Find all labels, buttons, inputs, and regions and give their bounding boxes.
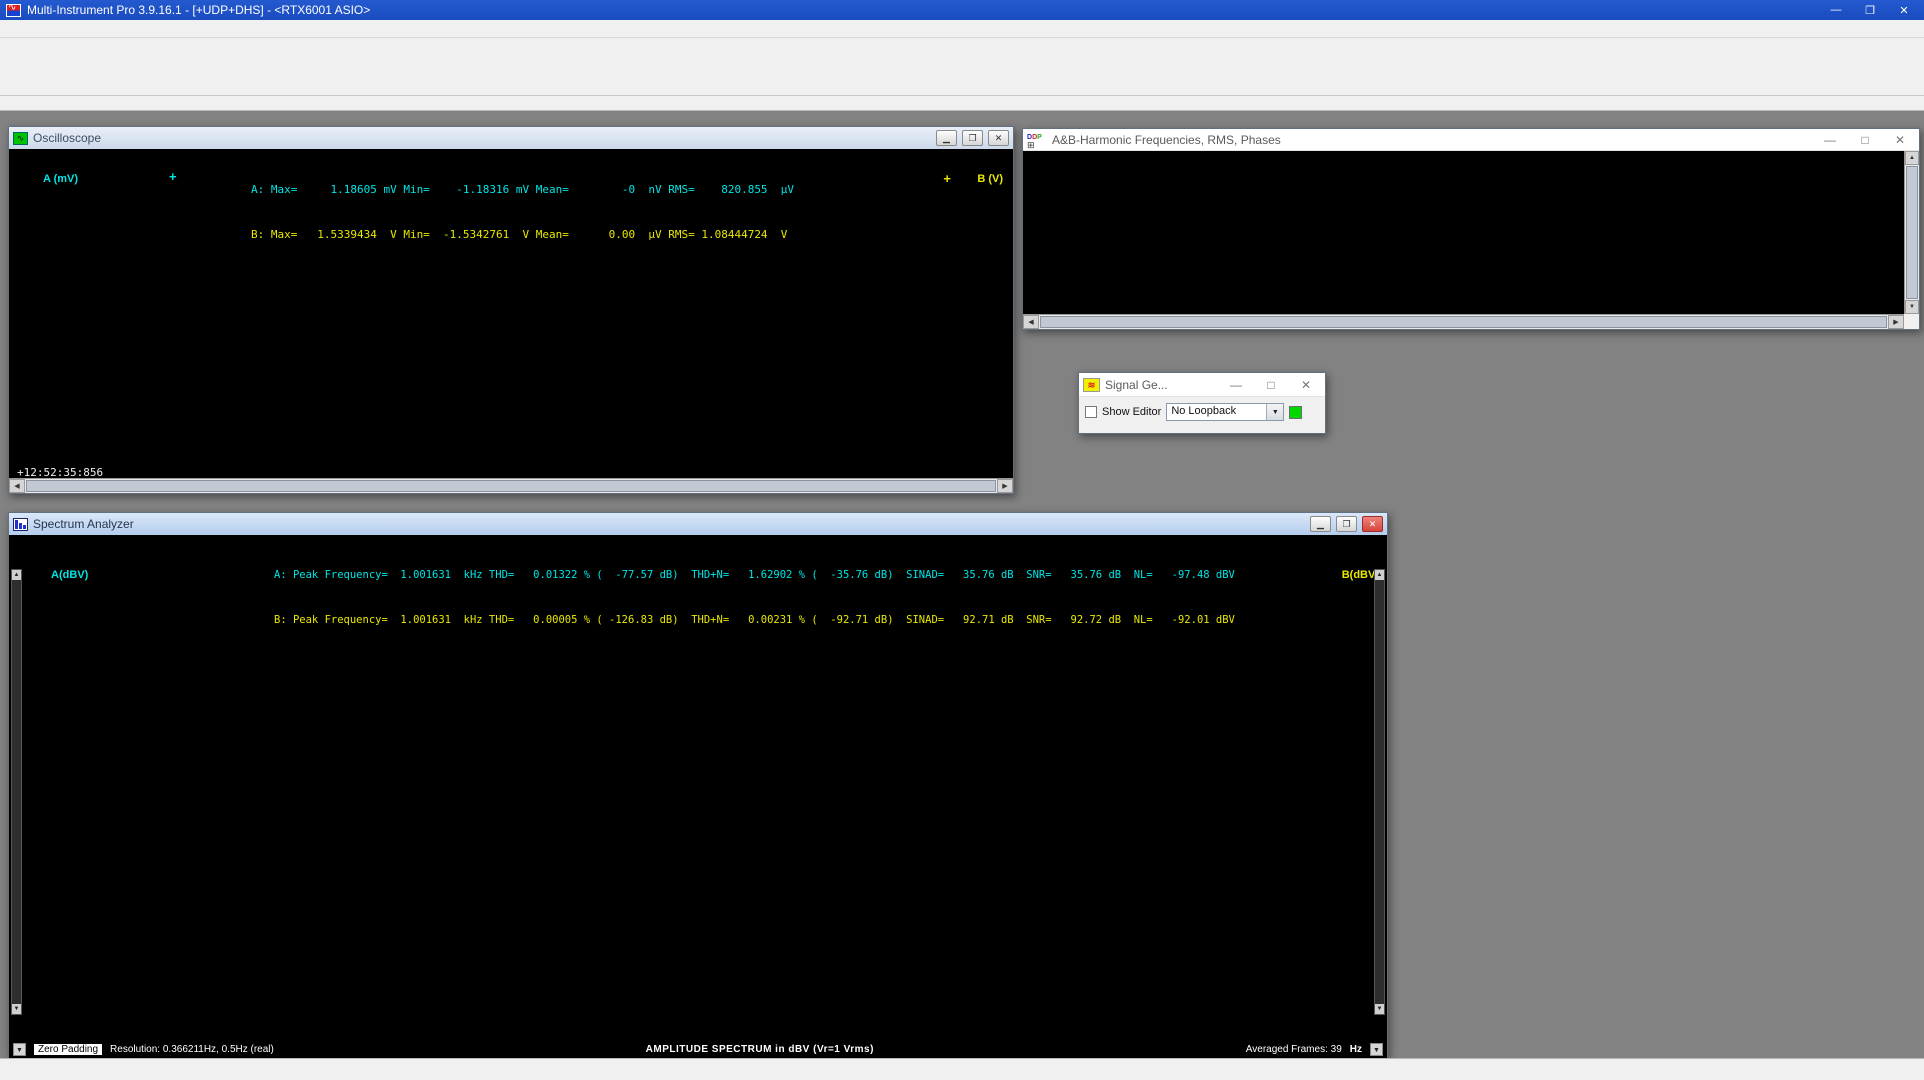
signal-generator-titlebar[interactable]: ≋ Signal Ge... — □ ✕ — [1079, 373, 1325, 397]
averaged-frames-label: Averaged Frames: 39 — [1246, 1044, 1342, 1055]
app-icon — [6, 4, 21, 17]
harmonics-window: DDP⊞ A&B-Harmonic Frequencies, RMS, Phas… — [1022, 128, 1920, 330]
oscilloscope-restore-button[interactable]: ❐ — [962, 130, 983, 146]
toolbar-instruments — [0, 60, 1924, 96]
loopback-select[interactable]: No Loopback ▼ — [1166, 403, 1284, 421]
oscilloscope-icon: ∿ — [13, 132, 28, 145]
scroll-left-icon[interactable]: ◀ — [9, 479, 25, 493]
signal-generator-window: ≋ Signal Ge... — □ ✕ Show Editor No Loop… — [1078, 372, 1326, 434]
loopback-value: No Loopback — [1167, 404, 1266, 420]
signal-generator-title: Signal Ge... — [1105, 378, 1216, 392]
oscilloscope-close-button[interactable]: ✕ — [988, 130, 1009, 146]
spectrum-analyzer-icon — [13, 518, 28, 531]
oscilloscope-ylabel-b: B (V) — [977, 173, 1003, 185]
menu-bar — [0, 20, 1924, 38]
scroll-thumb[interactable] — [26, 480, 996, 492]
app-title: Multi-Instrument Pro 3.9.16.1 - [+UDP+DH… — [27, 3, 1816, 17]
spectrum-titlebar[interactable]: Spectrum Analyzer ▁ ❐ ✕ — [9, 513, 1387, 535]
harmonics-title: A&B-Harmonic Frequencies, RMS, Phases — [1052, 133, 1810, 147]
oscilloscope-window: ∿ Oscilloscope ▁ ❐ ✕ A: Max= 1.18605 mV … — [8, 126, 1014, 494]
spectrum-left-scrollbar[interactable]: ▲ ▼ — [11, 569, 22, 1015]
scroll-left-icon[interactable]: ◀ — [1023, 315, 1039, 329]
ddp-table-icon: DDP⊞ — [1027, 132, 1047, 148]
toolbar-sampling — [0, 38, 1924, 60]
oscilloscope-readout-a: A: Max= 1.18605 mV Min= -1.18316 mV Mean… — [251, 182, 794, 197]
signal-generator-minimize-button[interactable]: — — [1221, 378, 1251, 392]
oscilloscope-readouts: A: Max= 1.18605 mV Min= -1.18316 mV Mean… — [251, 152, 794, 272]
scroll-thumb[interactable] — [1040, 316, 1887, 328]
output-on-led[interactable] — [1289, 406, 1302, 419]
harmonics-table[interactable] — [1023, 151, 1904, 314]
scroll-down-icon[interactable]: ▼ — [1375, 1004, 1384, 1014]
chevron-down-icon[interactable]: ▼ — [13, 1043, 26, 1056]
app-maximize-button[interactable]: ❐ — [1856, 2, 1884, 18]
harmonics-titlebar[interactable]: DDP⊞ A&B-Harmonic Frequencies, RMS, Phas… — [1023, 129, 1919, 151]
signal-generator-maximize-button[interactable]: □ — [1256, 378, 1286, 392]
scroll-right-icon[interactable]: ▶ — [997, 479, 1013, 493]
oscilloscope-readout-b: B: Max= 1.5339434 V Min= -1.5342761 V Me… — [251, 227, 794, 242]
spectrum-title: Spectrum Analyzer — [33, 517, 1305, 531]
scroll-up-icon[interactable]: ▲ — [1905, 151, 1919, 165]
app-minimize-button[interactable]: — — [1822, 2, 1850, 18]
status-bar — [0, 1058, 1924, 1080]
scroll-up-icon[interactable]: ▲ — [12, 570, 21, 580]
app-titlebar: Multi-Instrument Pro 3.9.16.1 - [+UDP+DH… — [0, 0, 1924, 20]
panel-tabs — [0, 96, 1924, 111]
oscilloscope-ylabel-a: A (mV) — [43, 173, 78, 185]
scroll-up-icon[interactable]: ▲ — [1375, 570, 1384, 580]
resolution-label: Resolution: 0.366211Hz, 0.5Hz (real) — [110, 1044, 274, 1055]
trigger-marker-b-icon[interactable]: + — [943, 171, 951, 186]
spectrum-analyzer-window: Spectrum Analyzer ▁ ❐ ✕ A: Peak Frequenc… — [8, 512, 1388, 1058]
harmonics-maximize-button[interactable]: □ — [1850, 133, 1880, 147]
signal-generator-icon: ≋ — [1083, 378, 1100, 392]
x-unit-label: Hz — [1350, 1044, 1362, 1055]
oscilloscope-minimize-button[interactable]: ▁ — [936, 130, 957, 146]
scroll-right-icon[interactable]: ▶ — [1888, 315, 1904, 329]
scroll-thumb[interactable] — [1906, 166, 1918, 299]
oscilloscope-titlebar[interactable]: ∿ Oscilloscope ▁ ❐ ✕ — [9, 127, 1013, 149]
oscilloscope-hscrollbar[interactable]: ◀ ▶ — [9, 478, 1013, 493]
spectrum-readouts: A: Peak Frequency= 1.001631 kHz THD= 0.0… — [274, 538, 1235, 658]
zero-padding-chip[interactable]: Zero Padding — [34, 1044, 102, 1055]
chevron-down-icon[interactable]: ▼ — [1266, 404, 1283, 420]
app-window: { "app": { "title": "Multi-Instrument Pr… — [0, 0, 1924, 1080]
chevron-down-icon[interactable]: ▼ — [1370, 1043, 1383, 1056]
show-editor-label: Show Editor — [1102, 406, 1161, 418]
harmonics-minimize-button[interactable]: — — [1815, 133, 1845, 147]
scroll-down-icon[interactable]: ▼ — [1905, 300, 1919, 314]
signal-generator-body: Show Editor No Loopback ▼ — [1079, 397, 1325, 427]
spectrum-restore-button[interactable]: ❐ — [1336, 516, 1357, 532]
harmonics-vscrollbar[interactable]: ▲ ▼ — [1904, 151, 1919, 314]
show-editor-checkbox[interactable] — [1085, 406, 1097, 418]
scroll-down-icon[interactable]: ▼ — [12, 1004, 21, 1014]
oscilloscope-title: Oscilloscope — [33, 131, 931, 145]
spectrum-right-scrollbar[interactable]: ▲ ▼ — [1374, 569, 1385, 1015]
spectrum-client: A: Peak Frequency= 1.001631 kHz THD= 0.0… — [9, 535, 1387, 1059]
spectrum-close-button[interactable]: ✕ — [1362, 516, 1383, 532]
spectrum-readout-a: A: Peak Frequency= 1.001631 kHz THD= 0.0… — [274, 568, 1235, 583]
oscilloscope-client: A: Max= 1.18605 mV Min= -1.18316 mV Mean… — [9, 149, 1013, 480]
spectrum-readout-b: B: Peak Frequency= 1.001631 kHz THD= 0.0… — [274, 613, 1235, 628]
spectrum-ylabel-a: A(dBV) — [51, 569, 88, 581]
harmonics-close-button[interactable]: ✕ — [1885, 133, 1915, 147]
trigger-marker-a-icon[interactable]: + — [169, 169, 177, 184]
spectrum-xlabel: AMPLITUDE SPECTRUM in dBV (Vr=1 Vrms) — [282, 1044, 1238, 1055]
spectrum-minimize-button[interactable]: ▁ — [1310, 516, 1331, 532]
spectrum-info-row: ▼ Zero Padding Resolution: 0.366211Hz, 0… — [13, 1041, 1383, 1057]
harmonics-hscrollbar[interactable]: ◀ ▶ — [1023, 314, 1904, 329]
app-close-button[interactable]: ✕ — [1890, 2, 1918, 18]
signal-generator-close-button[interactable]: ✕ — [1291, 378, 1321, 392]
